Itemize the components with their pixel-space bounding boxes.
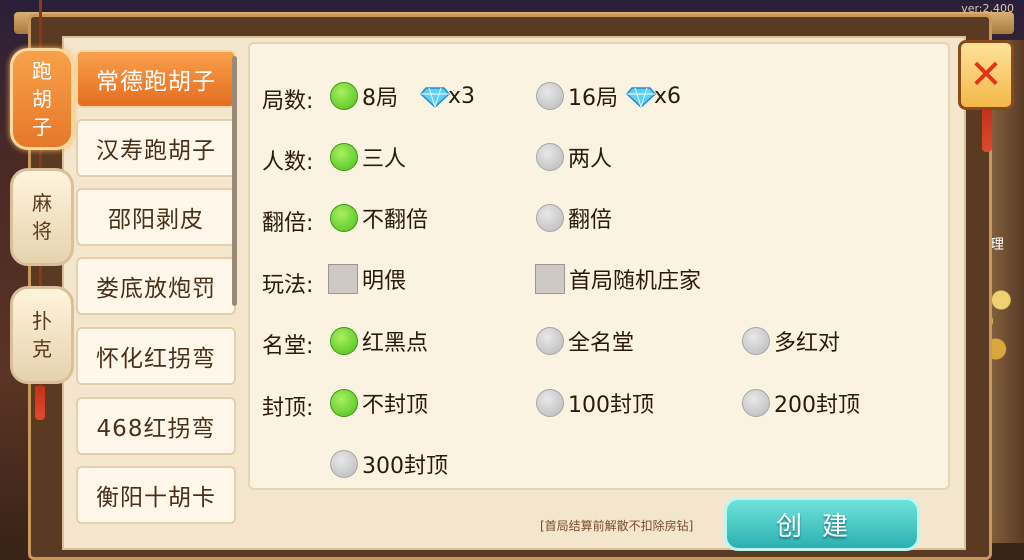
option-text: 16局 xyxy=(568,86,618,111)
double-option-none[interactable]: 不翻倍 xyxy=(330,202,428,234)
radio-unselected[interactable] xyxy=(536,204,564,232)
double-label: 翻倍: xyxy=(262,211,314,236)
cap-label: 封顶: xyxy=(262,396,314,421)
radio-selected[interactable] xyxy=(330,389,358,417)
players-option-three[interactable]: 三人 xyxy=(330,141,406,173)
mingtang-label: 名堂: xyxy=(262,334,314,359)
option-text: 三人 xyxy=(362,147,407,172)
category-char: 跑 xyxy=(32,59,52,83)
lantern-tassel xyxy=(982,110,992,152)
category-char: 子 xyxy=(32,115,52,139)
cap-option-300[interactable]: 300封顶 xyxy=(330,448,448,480)
game-item[interactable]: 汉寿跑胡子 xyxy=(76,119,236,177)
radio-unselected[interactable] xyxy=(742,389,770,417)
cost-text: x3 xyxy=(448,83,476,109)
category-char: 将 xyxy=(32,219,52,243)
game-item[interactable]: 常德跑胡子 xyxy=(76,50,236,108)
category-tab-paohuzi[interactable]: 跑 胡 子 xyxy=(10,48,74,150)
game-list-scrollbar[interactable] xyxy=(232,56,237,306)
play-label: 玩法: xyxy=(262,273,314,298)
option-text: 300封顶 xyxy=(362,454,448,479)
game-item[interactable]: 娄底放炮罚 xyxy=(76,257,236,315)
close-button[interactable]: ✕ xyxy=(958,40,1014,110)
category-tab-poker[interactable]: 扑 克 xyxy=(10,286,74,384)
radio-unselected[interactable] xyxy=(536,389,564,417)
radio-unselected[interactable] xyxy=(536,143,564,171)
game-item[interactable]: 衡阳十胡卡 xyxy=(76,466,236,524)
rounds-option-8[interactable]: 8局 x3 xyxy=(330,80,475,112)
diamond-icon xyxy=(420,86,450,108)
mingtang-option-duohongdui[interactable]: 多红对 xyxy=(742,325,840,357)
category-char: 扑 xyxy=(32,309,52,333)
mingtang-option-hongheidian[interactable]: 红黑点 xyxy=(330,325,428,357)
rounds-option-16[interactable]: 16局 x6 xyxy=(536,80,681,112)
radio-selected[interactable] xyxy=(330,327,358,355)
checkbox[interactable] xyxy=(328,264,358,294)
cap-option-none[interactable]: 不封顶 xyxy=(330,387,428,419)
radio-unselected[interactable] xyxy=(536,82,564,110)
option-text: 8局 xyxy=(362,86,398,111)
option-text: 不翻倍 xyxy=(362,208,429,233)
option-text: 首局随机庄家 xyxy=(569,269,702,294)
radio-unselected[interactable] xyxy=(536,327,564,355)
option-text: 红黑点 xyxy=(362,331,429,356)
option-text: 200封顶 xyxy=(774,393,860,418)
double-option-yes[interactable]: 翻倍 xyxy=(536,202,612,234)
mingtang-option-full[interactable]: 全名堂 xyxy=(536,325,634,357)
rounds-label: 局数: xyxy=(262,89,314,114)
diamond-icon xyxy=(626,86,656,108)
option-text: 两人 xyxy=(568,147,613,172)
checkbox[interactable] xyxy=(535,264,565,294)
radio-unselected[interactable] xyxy=(742,327,770,355)
radio-selected[interactable] xyxy=(330,82,358,110)
category-char: 胡 xyxy=(32,87,52,111)
notice-text: [首局结算前解散不扣除房钻] xyxy=(540,519,694,533)
cap-option-100[interactable]: 100封顶 xyxy=(536,387,654,419)
play-option-mingwei[interactable]: 明偎 xyxy=(328,263,406,295)
option-text: 全名堂 xyxy=(568,331,635,356)
players-option-two[interactable]: 两人 xyxy=(536,141,612,173)
category-char: 克 xyxy=(32,337,52,361)
category-tab-majiang[interactable]: 麻 将 xyxy=(10,168,74,266)
game-item[interactable]: 邵阳剥皮 xyxy=(76,188,236,246)
category-char: 麻 xyxy=(32,191,52,215)
option-text: 100封顶 xyxy=(568,393,654,418)
players-label: 人数: xyxy=(262,150,314,175)
radio-selected[interactable] xyxy=(330,204,358,232)
option-text: 明偎 xyxy=(362,269,407,294)
game-item[interactable]: 468红拐弯 xyxy=(76,397,236,455)
play-option-random-dealer[interactable]: 首局随机庄家 xyxy=(535,263,701,295)
option-text: 翻倍 xyxy=(568,208,613,233)
option-text: 不封顶 xyxy=(362,393,429,418)
lantern-tassel xyxy=(35,386,45,420)
cap-option-200[interactable]: 200封顶 xyxy=(742,387,860,419)
game-item[interactable]: 怀化红拐弯 xyxy=(76,327,236,385)
radio-selected[interactable] xyxy=(330,143,358,171)
cost-text: x6 xyxy=(654,83,682,109)
option-text: 多红对 xyxy=(774,331,841,356)
radio-unselected[interactable] xyxy=(330,450,358,478)
close-icon: ✕ xyxy=(969,52,1003,98)
